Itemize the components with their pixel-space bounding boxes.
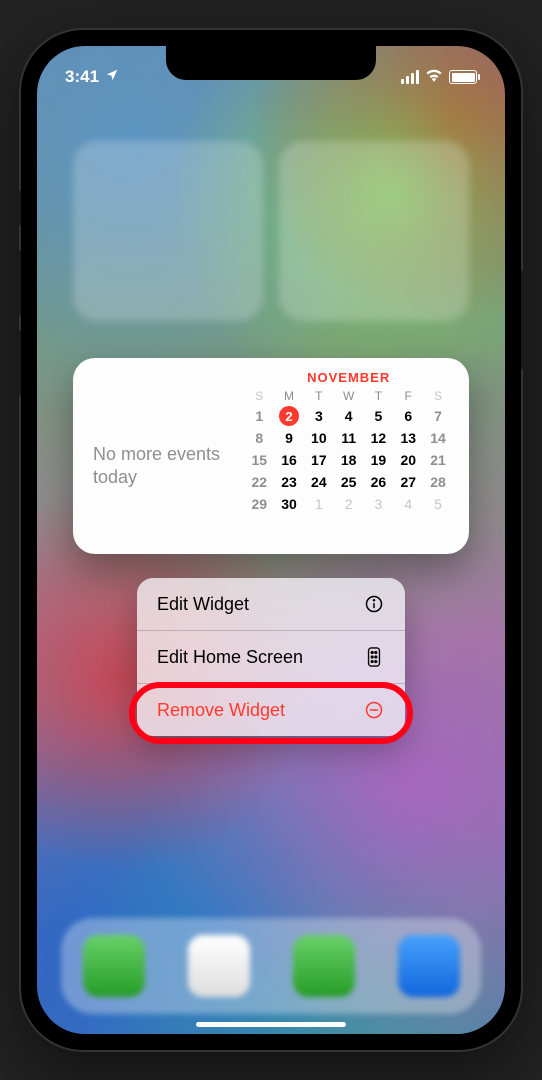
calendar-day-cell: 12 <box>364 427 394 449</box>
menu-item-label: Edit Home Screen <box>157 647 303 668</box>
calendar-day-cell: 7 <box>423 405 453 427</box>
calendar-day-cell: 13 <box>393 427 423 449</box>
dock <box>61 918 481 1014</box>
calendar-day-cell: 30 <box>274 493 304 515</box>
apps-grid-icon <box>363 646 385 668</box>
calendar-day-cell: 14 <box>423 427 453 449</box>
calendar-day-cell: 24 <box>304 471 334 493</box>
calendar-day-cell: 1 <box>304 493 334 515</box>
calendar-day-cell: 2 <box>274 405 304 427</box>
calendar-day-cell: 23 <box>274 471 304 493</box>
calendar-day-cell: 5 <box>364 405 394 427</box>
calendar-day-cell: 18 <box>334 449 364 471</box>
calendar-day-cell: 16 <box>274 449 304 471</box>
side-button <box>521 270 526 370</box>
calendar-grid: SMTWTFS 12345678910111213141516171819202… <box>244 389 453 515</box>
silence-switch <box>16 190 21 226</box>
dock-app[interactable] <box>398 935 460 997</box>
calendar-day-cell: 4 <box>393 493 423 515</box>
info-icon <box>363 593 385 615</box>
calendar-day-cell: 1 <box>244 405 274 427</box>
calendar-weekday-label: S <box>244 389 274 405</box>
calendar-day-cell: 10 <box>304 427 334 449</box>
dock-app[interactable] <box>293 935 355 997</box>
battery-icon <box>449 70 477 84</box>
edit-widget-menu-item[interactable]: Edit Widget <box>137 578 405 631</box>
calendar-widget-message: No more events today <box>93 443 234 489</box>
calendar-day-cell: 4 <box>334 405 364 427</box>
edit-home-screen-menu-item[interactable]: Edit Home Screen <box>137 631 405 684</box>
calendar-weekday-label: F <box>393 389 423 405</box>
calendar-day-cell: 17 <box>304 449 334 471</box>
home-indicator[interactable] <box>196 1022 346 1027</box>
calendar-weekday-label: W <box>334 389 364 405</box>
calendar-day-cell: 2 <box>334 493 364 515</box>
calendar-month-label: NOVEMBER <box>244 370 453 385</box>
volume-down-button <box>16 330 21 396</box>
volume-up-button <box>16 250 21 316</box>
calendar-day-cell: 27 <box>393 471 423 493</box>
calendar-weekday-label: S <box>423 389 453 405</box>
calendar-day-cell: 20 <box>393 449 423 471</box>
calendar-day-cell: 11 <box>334 427 364 449</box>
calendar-day-cell: 28 <box>423 471 453 493</box>
calendar-day-cell: 3 <box>304 405 334 427</box>
blurred-home-widgets <box>73 141 469 321</box>
calendar-day-cell: 3 <box>364 493 394 515</box>
remove-widget-menu-item[interactable]: Remove Widget <box>137 684 405 736</box>
calendar-weekday-label: T <box>304 389 334 405</box>
calendar-day-cell: 22 <box>244 471 274 493</box>
signal-icon <box>401 70 419 84</box>
dock-app[interactable] <box>83 935 145 997</box>
calendar-day-cell: 21 <box>423 449 453 471</box>
context-menu: Edit Widget Edit Home Screen Remove Widg… <box>137 578 405 736</box>
dock-app[interactable] <box>188 935 250 997</box>
calendar-weekday-label: M <box>274 389 304 405</box>
status-time: 3:41 <box>65 67 99 87</box>
calendar-weekday-label: T <box>364 389 394 405</box>
calendar-day-cell: 25 <box>334 471 364 493</box>
screen: 3:41 No more events today NOVEMBER <box>37 46 505 1034</box>
minus-circle-icon <box>363 699 385 721</box>
calendar-day-cell: 9 <box>274 427 304 449</box>
calendar-day-cell: 26 <box>364 471 394 493</box>
calendar-widget[interactable]: No more events today NOVEMBER SMTWTFS 12… <box>73 358 469 554</box>
calendar-day-cell: 19 <box>364 449 394 471</box>
calendar-day-cell: 5 <box>423 493 453 515</box>
iphone-device-frame: 3:41 No more events today NOVEMBER <box>21 30 521 1050</box>
notch <box>166 46 376 80</box>
location-icon <box>105 67 119 87</box>
calendar-day-cell: 29 <box>244 493 274 515</box>
calendar-day-cell: 6 <box>393 405 423 427</box>
menu-item-label: Edit Widget <box>157 594 249 615</box>
calendar-day-cell: 8 <box>244 427 274 449</box>
menu-item-label: Remove Widget <box>157 700 285 721</box>
calendar-day-cell: 15 <box>244 449 274 471</box>
wifi-icon <box>425 68 443 87</box>
